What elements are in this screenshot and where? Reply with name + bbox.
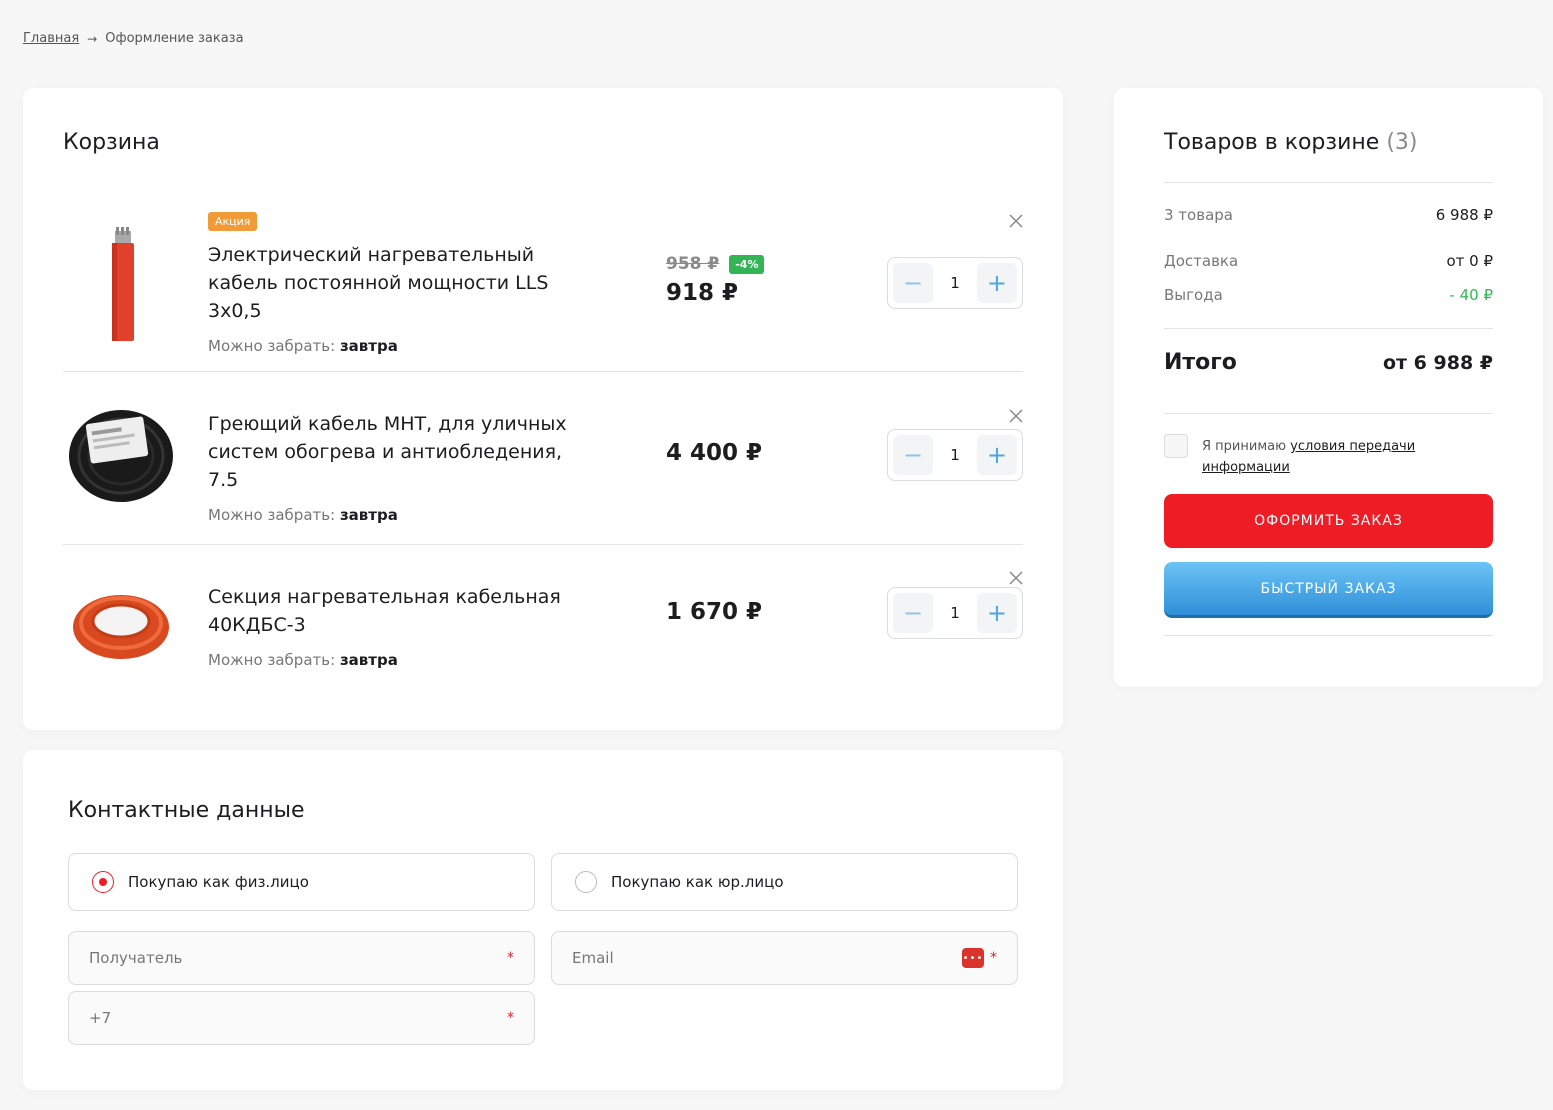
phone-input[interactable]	[89, 1009, 499, 1027]
product-price: 4 400 ₽	[666, 440, 763, 466]
delivery-label: Доставка	[1164, 252, 1239, 270]
discount-badge: -4%	[729, 254, 765, 274]
agree-checkbox[interactable]	[1164, 434, 1188, 458]
pickup-value: завтра	[339, 651, 398, 669]
old-price: 958 ₽	[666, 254, 720, 274]
benefit-row: Выгода - 40 ₽	[1164, 286, 1493, 304]
product-info: Секция нагревательная кабельная 40КДБС-3…	[208, 583, 568, 669]
delivery-value: от 0 ₽	[1446, 252, 1493, 270]
pickup-label: Можно забрать:	[208, 337, 336, 355]
cart-item: Секция нагревательная кабельная 40КДБС-3…	[63, 545, 1023, 695]
decrease-qty-button[interactable]: −	[893, 593, 933, 633]
product-price: 1 670 ₽	[666, 599, 763, 625]
legal-label: Покупаю как юр.лицо	[611, 873, 784, 891]
total-value: от 6 988 ₽	[1382, 351, 1493, 374]
contacts-card: Контактные данные Покупаю как физ.лицо П…	[23, 750, 1063, 1090]
close-icon[interactable]	[1007, 212, 1025, 230]
benefit-label: Выгода	[1164, 286, 1223, 304]
radio-checked-icon[interactable]	[92, 871, 114, 893]
contacts-title: Контактные данные	[68, 798, 305, 823]
required-mark: *	[990, 950, 997, 966]
divider	[1164, 182, 1493, 183]
agreement: Я принимаю условия передачи информации	[1164, 434, 1493, 478]
quick-order-button[interactable]: БЫСТРЫЙ ЗАКАЗ	[1164, 562, 1493, 618]
pickup-info: Можно забрать: завтра	[208, 651, 568, 669]
divider	[1164, 328, 1493, 329]
summary-title-text: Товаров в корзине	[1164, 130, 1380, 155]
product-name[interactable]: Электрический нагревательный кабель пост…	[208, 241, 568, 325]
benefit-value: - 40 ₽	[1449, 286, 1493, 304]
required-mark: *	[507, 1010, 514, 1026]
recipient-input[interactable]	[89, 949, 499, 967]
cart-title: Корзина	[63, 130, 160, 155]
increase-qty-button[interactable]: +	[976, 435, 1017, 475]
delivery-row: Доставка от 0 ₽	[1164, 252, 1493, 270]
increase-qty-button[interactable]: +	[976, 593, 1017, 633]
password-manager-icon[interactable]: •••	[962, 948, 984, 968]
recipient-field: *	[68, 931, 535, 985]
price-box: 4 400 ₽	[666, 440, 762, 466]
product-info: Акция Электрический нагревательный кабел…	[208, 210, 568, 355]
individual-label: Покупаю как физ.лицо	[128, 873, 309, 891]
place-order-button[interactable]: ОФОРМИТЬ ЗАКАЗ	[1164, 494, 1493, 548]
product-image	[63, 223, 183, 343]
quantity-stepper: − 1 +	[887, 429, 1023, 481]
promo-badge: Акция	[208, 212, 258, 231]
cart-item: Акция Электрический нагревательный кабел…	[63, 198, 1023, 372]
legal-option[interactable]: Покупаю как юр.лицо	[551, 853, 1018, 911]
quantity-value: 1	[950, 274, 960, 292]
total-row: Итого от 6 988 ₽	[1164, 350, 1493, 375]
total-label: Итого	[1164, 350, 1237, 375]
price-box: 958 ₽ -4% 918 ₽	[666, 254, 765, 306]
pickup-value: завтра	[339, 337, 398, 355]
email-input[interactable]	[572, 949, 962, 967]
pickup-label: Можно забрать:	[208, 651, 336, 669]
price-box: 1 670 ₽	[666, 599, 762, 625]
goods-value: 6 988 ₽	[1435, 206, 1493, 224]
summary-count: (3)	[1386, 130, 1418, 155]
close-icon[interactable]	[1007, 407, 1025, 425]
order-summary-card: Товаров в корзине (3) 3 товара 6 988 ₽ Д…	[1114, 88, 1543, 687]
pickup-info: Можно забрать: завтра	[208, 337, 568, 355]
breadcrumb: Главная → Оформление заказа	[23, 31, 244, 46]
pickup-info: Можно забрать: завтра	[208, 506, 568, 524]
goods-label: 3 товара	[1164, 206, 1233, 224]
email-field: ••• *	[551, 931, 1018, 985]
radio-unchecked-icon[interactable]	[575, 871, 597, 893]
agree-text: Я принимаю условия передачи информации	[1202, 434, 1493, 478]
product-name[interactable]: Греющий кабель MHT, для уличных систем о…	[208, 410, 568, 494]
decrease-qty-button[interactable]: −	[893, 435, 933, 475]
close-icon[interactable]	[1007, 569, 1025, 587]
increase-qty-button[interactable]: +	[976, 263, 1017, 303]
required-mark: *	[507, 950, 514, 966]
phone-field: *	[68, 991, 535, 1045]
breadcrumb-current: Оформление заказа	[105, 31, 244, 46]
quantity-value: 1	[950, 446, 960, 464]
product-name[interactable]: Секция нагревательная кабельная 40КДБС-3	[208, 583, 568, 639]
quantity-stepper: − 1 +	[887, 587, 1023, 639]
cart-card: Корзина Акция Электрический нагревательн…	[23, 88, 1063, 730]
divider	[1164, 635, 1493, 636]
product-image	[63, 398, 183, 518]
quantity-value: 1	[950, 604, 960, 622]
breadcrumb-home-link[interactable]: Главная	[23, 31, 79, 46]
decrease-qty-button[interactable]: −	[893, 263, 933, 303]
cart-item: Греющий кабель MHT, для уличных систем о…	[63, 372, 1023, 545]
product-info: Греющий кабель MHT, для уличных систем о…	[208, 410, 568, 524]
quantity-stepper: − 1 +	[887, 257, 1023, 309]
arrow-right-icon: →	[87, 31, 98, 46]
goods-row: 3 товара 6 988 ₽	[1164, 206, 1493, 224]
product-price: 918 ₽	[666, 280, 739, 306]
pickup-label: Можно забрать:	[208, 506, 336, 524]
individual-option[interactable]: Покупаю как физ.лицо	[68, 853, 535, 911]
pickup-value: завтра	[339, 506, 398, 524]
agree-label: Я принимаю	[1202, 439, 1287, 454]
summary-title: Товаров в корзине (3)	[1164, 130, 1418, 155]
divider	[1164, 413, 1493, 414]
product-image	[63, 565, 183, 685]
